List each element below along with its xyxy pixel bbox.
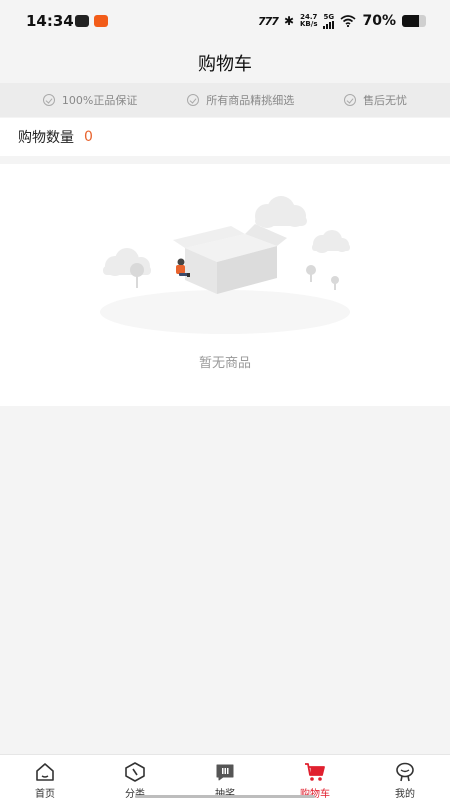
bottom-tab-bar: 首页 分类 抽奖 购物车 我的: [0, 754, 450, 800]
cart-count-row: 购物数量 0: [0, 118, 450, 156]
tab-home[interactable]: 首页: [0, 755, 90, 800]
check-circle-icon: [42, 94, 55, 106]
battery-icon: [402, 15, 426, 27]
cellular-signal-icon: 5G: [323, 12, 335, 29]
tab-cart[interactable]: 购物车: [270, 755, 360, 800]
guarantee-item: 所有商品精挑细选: [187, 92, 294, 108]
profile-icon: [396, 762, 414, 782]
tab-profile[interactable]: 我的: [360, 755, 450, 800]
status-time: 14:34: [26, 12, 74, 30]
nfc-icon: 777: [257, 14, 279, 28]
check-circle-icon: [187, 94, 200, 106]
lottery-icon: [216, 764, 234, 781]
status-icons: 777 ✱ 24.7 KB/s 5G 70%: [258, 10, 426, 32]
tab-lottery[interactable]: 抽奖: [180, 755, 270, 800]
page-title: 购物车: [198, 54, 252, 75]
battery-percent: 70%: [362, 13, 396, 29]
network-speed-unit: KB/s: [300, 20, 318, 28]
wifi-icon: [340, 15, 357, 27]
guarantee-item: 售后无忧: [344, 92, 407, 108]
empty-state: 暂无商品: [0, 164, 450, 406]
cart-count-value: 0: [84, 129, 93, 145]
tab-label: 我的: [395, 789, 415, 800]
guarantee-label: 售后无忧: [363, 94, 408, 107]
guarantee-label: 所有商品精挑细选: [206, 94, 295, 107]
cart-count-label: 购物数量: [18, 130, 74, 146]
page-header: 购物车: [0, 42, 450, 82]
empty-state-text: 暂无商品: [198, 356, 251, 371]
guarantee-label: 100%正品保证: [61, 94, 138, 107]
status-bar: 14:34 777 ✱ 24.7 KB/s 5G 70%: [0, 0, 450, 42]
empty-box-illustration: [100, 196, 350, 334]
tab-category[interactable]: 分类: [90, 755, 180, 800]
compass-icon: [125, 762, 145, 782]
home-indicator[interactable]: [135, 795, 315, 798]
home-icon: [36, 763, 54, 781]
guarantee-item: 100%正品保证: [42, 92, 138, 108]
bluetooth-icon: ✱: [283, 14, 294, 28]
check-circle-icon: [344, 94, 357, 106]
app-notification-icon-2: [94, 15, 108, 27]
app-notification-icon: [75, 15, 89, 27]
cart-icon: [305, 763, 325, 781]
guarantee-strip: 100%正品保证 所有商品精挑细选 售后无忧: [0, 83, 450, 117]
signal-label: 5G: [323, 12, 335, 21]
tab-label: 首页: [35, 789, 55, 800]
network-speed: 24.7 KB/s: [300, 14, 317, 28]
